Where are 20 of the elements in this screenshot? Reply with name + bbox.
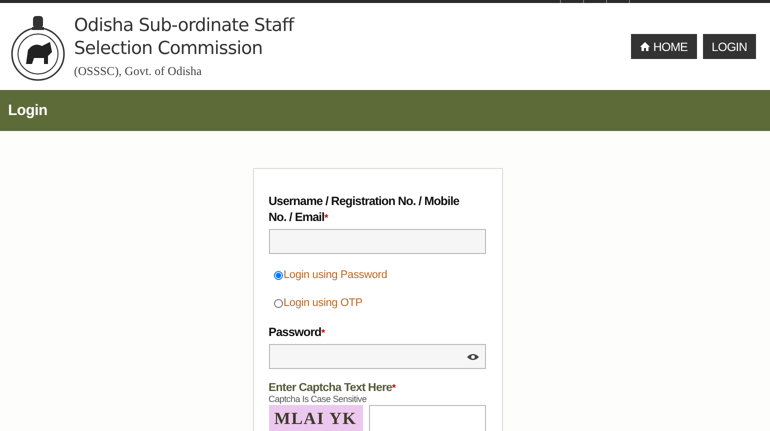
nav-button[interactable]: LOGIN bbox=[702, 34, 756, 59]
captcha-image: MLAI YK bbox=[268, 405, 362, 431]
radio-button[interactable] bbox=[274, 298, 282, 308]
radio-option[interactable]: Login using Password bbox=[274, 268, 502, 282]
home-icon bbox=[640, 42, 650, 51]
field-label: Password* bbox=[268, 324, 326, 341]
site-title: Odisha Sub-ordinate Staff bbox=[74, 14, 296, 37]
field-label: Enter Captcha Text Here* bbox=[268, 382, 397, 394]
password-field[interactable] bbox=[268, 344, 486, 369]
nav-button[interactable]: HOME bbox=[631, 34, 697, 59]
radio-option[interactable]: Login using OTP bbox=[274, 296, 502, 310]
captcha-note: Captcha Is Case Sensitive bbox=[268, 394, 368, 404]
page-title: Login bbox=[8, 102, 48, 119]
site-subtitle: (OSSSC), Govt. of Odisha bbox=[74, 64, 203, 79]
site-title: Selection Commission bbox=[74, 37, 264, 60]
field-label: Username / Registration No. / Mobile No. / Email* bbox=[268, 193, 460, 226]
username-field[interactable] bbox=[268, 229, 486, 254]
radio-button[interactable] bbox=[274, 270, 282, 280]
eye-icon[interactable] bbox=[466, 352, 478, 360]
captcha-field[interactable] bbox=[368, 405, 486, 431]
